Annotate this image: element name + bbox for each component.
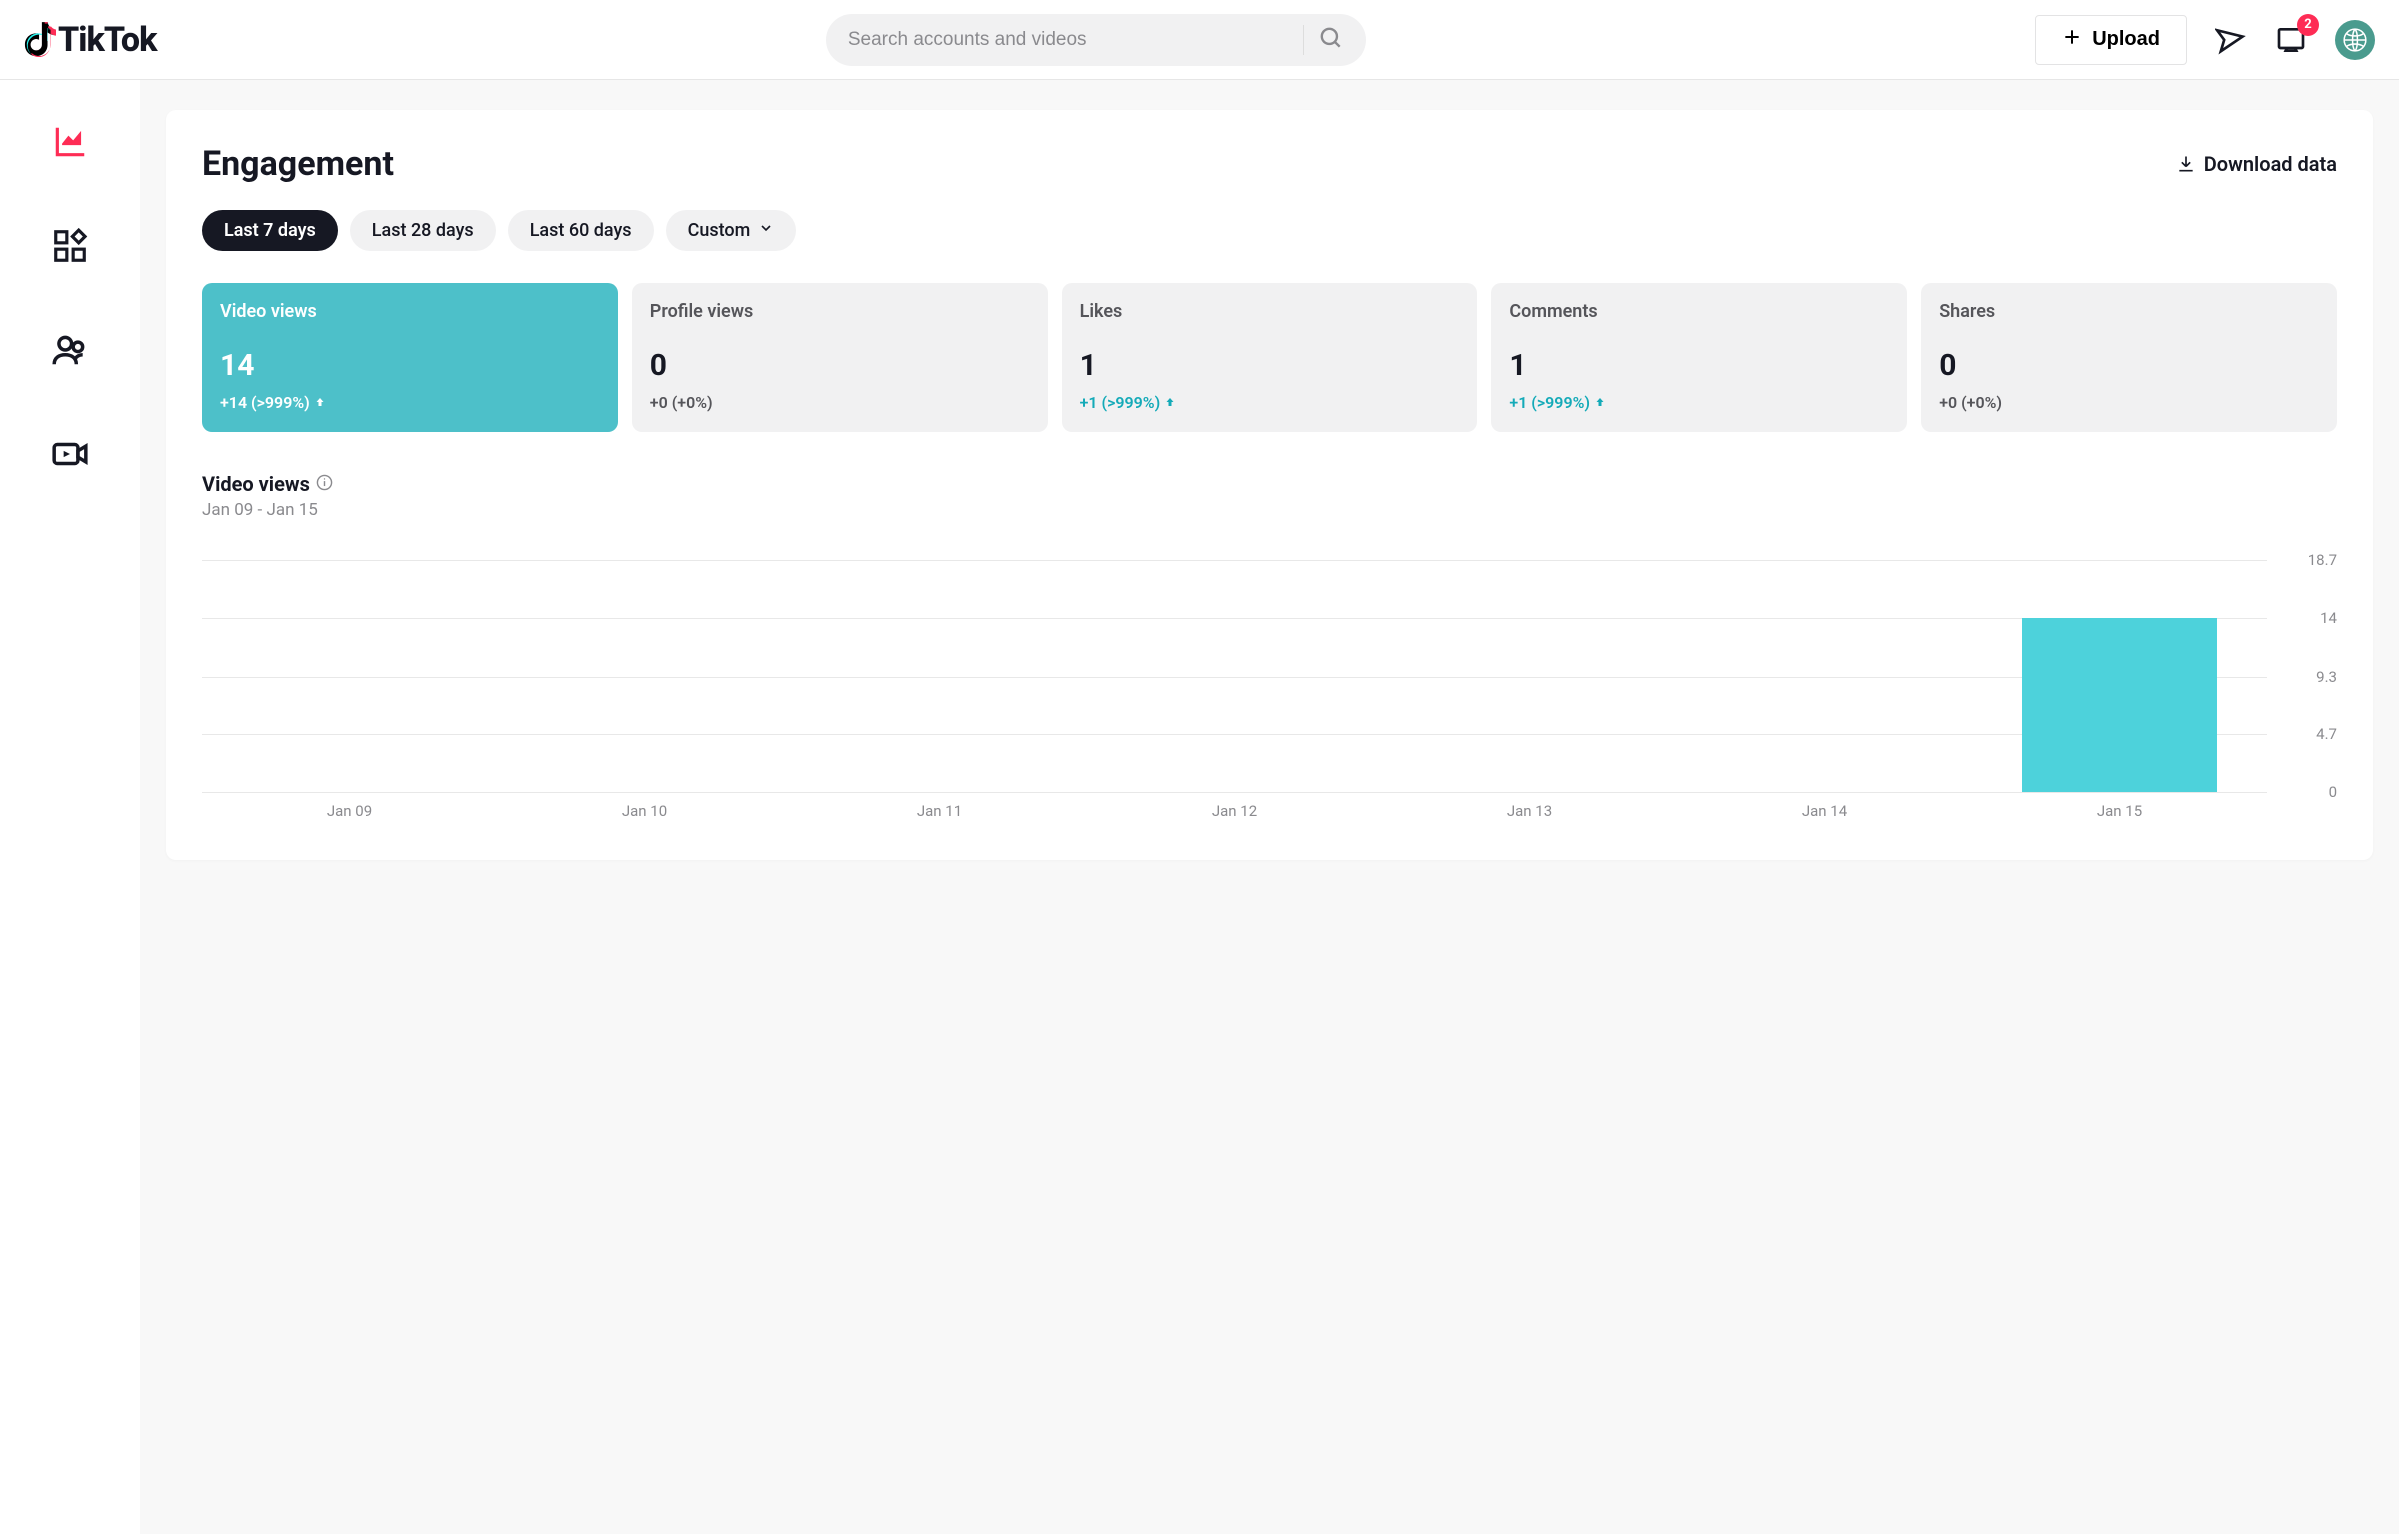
filter-label: Last 7 days: [224, 220, 316, 241]
x-tick: Jan 13: [1382, 802, 1677, 820]
x-tick: Jan 09: [202, 802, 497, 820]
search-icon[interactable]: [1318, 25, 1344, 55]
metric-delta: +1 (>999%): [1080, 393, 1460, 412]
video-icon: [51, 435, 89, 473]
plot-column: [497, 560, 792, 792]
page-title: Engagement: [202, 144, 394, 184]
messages-button[interactable]: [2215, 24, 2247, 56]
filter-label: Custom: [688, 220, 751, 241]
filter-pill[interactable]: Last 7 days: [202, 210, 338, 251]
download-button[interactable]: Download data: [2176, 152, 2337, 176]
sidebar-item-apps[interactable]: [48, 224, 92, 268]
metric-delta: +1 (>999%): [1509, 393, 1889, 412]
filter-pill[interactable]: Last 28 days: [350, 210, 496, 251]
info-icon[interactable]: [316, 474, 333, 495]
plot-column: [1087, 560, 1382, 792]
filter-pill[interactable]: Last 60 days: [508, 210, 654, 251]
metric-label: Profile views: [650, 301, 1030, 322]
metric-value: 1: [1080, 348, 1460, 383]
filter-row: Last 7 days Last 28 days Last 60 days Custo…: [202, 210, 2337, 251]
arrow-up-icon: [314, 393, 326, 412]
metric-delta: +14 (>999%): [220, 393, 600, 412]
download-icon: [2176, 154, 2196, 174]
search-input[interactable]: [848, 29, 1289, 51]
metric-label: Video views: [220, 301, 600, 322]
metric-value: 14: [220, 348, 600, 383]
sidebar-item-people[interactable]: [48, 328, 92, 372]
topbar: TikTok Upload 2: [0, 0, 2399, 80]
metric-card[interactable]: Profile views 0 +0 (+0%): [632, 283, 1048, 432]
plot-column: [792, 560, 1087, 792]
metric-label: Likes: [1080, 301, 1460, 322]
search-bar[interactable]: [826, 14, 1366, 66]
metric-card[interactable]: Shares 0 +0 (+0%): [1921, 283, 2337, 432]
y-tick: 18.7: [2308, 551, 2337, 569]
people-icon: [51, 331, 89, 369]
tiktok-logo[interactable]: TikTok: [24, 20, 156, 60]
sidebar-item-analytics[interactable]: [48, 120, 92, 164]
inbox-badge: 2: [2297, 14, 2319, 36]
tiktok-note-icon: [24, 22, 56, 58]
search-divider: [1303, 25, 1304, 55]
x-tick: Jan 10: [497, 802, 792, 820]
y-tick: 4.7: [2316, 725, 2337, 743]
avatar-icon: [2342, 27, 2368, 53]
brand-text: TikTok: [58, 20, 156, 60]
filter-label: Last 60 days: [530, 220, 632, 241]
chart-subtitle: Jan 09 - Jan 15: [202, 500, 2337, 520]
arrow-up-icon: [1594, 393, 1606, 412]
metric-value: 1: [1509, 348, 1889, 383]
plot-column: [202, 560, 497, 792]
engagement-card: Engagement Download data Last 7 daysLast…: [166, 110, 2373, 860]
arrow-up-icon: [1164, 393, 1176, 412]
metric-label: Comments: [1509, 301, 1889, 322]
x-tick: Jan 11: [792, 802, 1087, 820]
gridline: [202, 792, 2267, 793]
chart-title: Video views: [202, 472, 310, 496]
y-tick: 0: [2329, 783, 2337, 801]
metric-card[interactable]: Comments 1 +1 (>999%): [1491, 283, 1907, 432]
download-label: Download data: [2204, 152, 2337, 176]
avatar[interactable]: [2335, 20, 2375, 60]
upload-button[interactable]: Upload: [2035, 15, 2187, 65]
metric-label: Shares: [1939, 301, 2319, 322]
metric-value: 0: [1939, 348, 2319, 383]
x-tick: Jan 12: [1087, 802, 1382, 820]
filter-pill[interactable]: Custom: [666, 210, 797, 251]
metric-card[interactable]: Video views 14 +14 (>999%): [202, 283, 618, 432]
inbox-button[interactable]: 2: [2275, 24, 2307, 56]
send-icon: [2215, 24, 2247, 56]
sidebar: [0, 80, 140, 1534]
chart-icon: [51, 123, 89, 161]
bar[interactable]: [2022, 618, 2217, 792]
bar-chart: 18.7149.34.70 Jan 09Jan 10Jan 11Jan 12Ja…: [202, 560, 2337, 820]
upload-label: Upload: [2092, 28, 2160, 51]
metric-cards: Video views 14 +14 (>999%) Profile views 0 +0…: [202, 283, 2337, 432]
metric-delta: +0 (+0%): [1939, 393, 2319, 412]
metric-value: 0: [650, 348, 1030, 383]
filter-label: Last 28 days: [372, 220, 474, 241]
grid-icon: [51, 227, 89, 265]
metric-card[interactable]: Likes 1 +1 (>999%): [1062, 283, 1478, 432]
x-tick: Jan 14: [1677, 802, 1972, 820]
sidebar-item-video[interactable]: [48, 432, 92, 476]
plot-column: [1677, 560, 1972, 792]
plus-icon: [2062, 27, 2082, 53]
plot-column: [1972, 560, 2267, 792]
chevron-down-icon: [758, 220, 774, 241]
x-tick: Jan 15: [1972, 802, 2267, 820]
metric-delta: +0 (+0%): [650, 393, 1030, 412]
y-tick: 14: [2320, 609, 2337, 627]
y-tick: 9.3: [2316, 668, 2337, 686]
plot-column: [1382, 560, 1677, 792]
